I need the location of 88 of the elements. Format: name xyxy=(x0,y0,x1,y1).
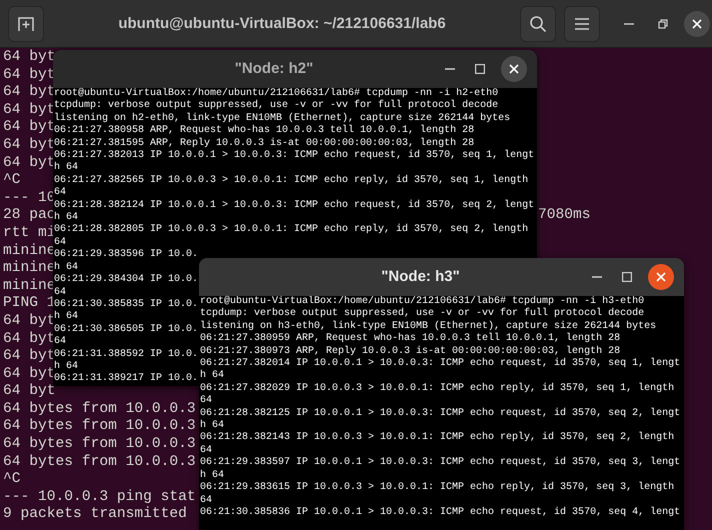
window-title: ubuntu@ubuntu-VirtualBox: ~/212106631/lab6 xyxy=(118,14,446,32)
terminal-line: 64 byt xyxy=(3,102,56,118)
terminal-line: 06:21:27.380958 ARP, Request who-has 10.0.0.3 tell 10.0.0.1, length 28 xyxy=(54,125,474,138)
terminal-line: 64 byt xyxy=(3,154,56,172)
terminal-line: 9 packets transmitted xyxy=(3,506,187,524)
terminal-line: tcpdump: verbose output suppressed, use -v or -vv for full protocol decode xyxy=(54,100,498,112)
terminal-line: 06:21:29.383597 IP 10.0.0.1 > 10.0.0.3: ICMP echo request, id 3570, seq 3, lengt xyxy=(200,457,680,470)
terminal-line: 64 byt xyxy=(3,136,56,153)
terminal-line: 64 byt xyxy=(3,84,56,100)
terminal-line: 06:21:30.385835 IP 10.0. xyxy=(54,298,198,310)
terminal-line: h 64 xyxy=(200,420,224,432)
menu-button[interactable] xyxy=(564,6,600,42)
new-tab-icon xyxy=(17,14,35,32)
terminal-line: h 64 xyxy=(54,311,78,324)
maximize-icon xyxy=(475,64,485,74)
terminal-line: 64 byt xyxy=(3,383,56,401)
terminal-line: rtt mi xyxy=(3,224,56,241)
terminal-line: minine xyxy=(3,242,56,260)
terminal-line: 64 bytes from 10.0.0.3 xyxy=(3,454,196,472)
terminal-line: 64 xyxy=(200,395,212,408)
maximize-icon xyxy=(622,272,632,282)
terminal-line: 64 xyxy=(200,494,212,507)
terminal-line: h 64 xyxy=(54,162,78,175)
close-icon xyxy=(692,18,702,28)
terminal-line: 64 byt xyxy=(3,366,56,383)
terminal-line: 06:21:29.383596 IP 10.0. xyxy=(54,249,198,262)
search-icon xyxy=(529,14,547,32)
minimize-icon xyxy=(592,276,602,278)
close-icon xyxy=(509,64,519,74)
terminal-line: 64 xyxy=(200,444,212,457)
terminal-line: 06:21:28.382805 IP 10.0.0.3 > 10.0.0.1: ICMP echo reply, id 3570, seq 2, length xyxy=(54,224,528,237)
window-title: "Node: h3" xyxy=(381,268,460,285)
terminal-line: h 64 xyxy=(200,470,224,482)
terminal-line: 06:21:27.380959 ARP, Request who-has 10.0.0.3 tell 10.0.0.1, length 28 xyxy=(200,333,620,346)
terminal-line: 06:21:30.386505 IP 10.0. xyxy=(54,324,198,336)
terminal-line: minine xyxy=(3,278,56,294)
terminal-line: 64 byt xyxy=(3,348,56,364)
terminal-line: root@ubuntu-VirtualBox:/home/ubuntu/212106631/lab6# tcpdump -nn -i h2-eth0 xyxy=(54,88,498,100)
terminal-line: 64 byt xyxy=(3,330,56,348)
new-tab-button[interactable] xyxy=(8,6,44,42)
terminal-line: listening on h2-eth0, link-type EN10MB (Ethernet), capture size 262144 bytes xyxy=(54,112,510,124)
terminal-line: 06:21:28.382143 IP 10.0.0.3 > 10.0.0.1: ICMP echo reply, id 3570, seq 2, length xyxy=(200,432,674,445)
terminal-line: 64 xyxy=(54,187,66,200)
terminal-line: 64 byt xyxy=(3,119,56,137)
terminal-line: 64 bytes from 10.0.0.3 xyxy=(3,418,196,436)
window-title: "Node: h2" xyxy=(234,60,314,77)
terminal-line: --- 10.0.0.3 ping stat xyxy=(3,488,196,506)
terminal-line: 64 byt xyxy=(3,312,56,329)
terminal-line: root@ubuntu-VirtualBox:/home/ubuntu/212106631/lab6# tcpdump -nn -i h3-eth0 xyxy=(200,296,644,308)
terminal-line: ^C xyxy=(3,172,21,190)
terminal-line: 06:21:31.388592 IP 10.0. xyxy=(54,348,198,360)
terminal-line: 06:21:30.385836 IP 10.0.0.1 > 10.0.0.3: ICMP echo request, id 3570, seq 4, lengt xyxy=(200,506,680,520)
terminal-line: h 64 xyxy=(200,370,224,383)
search-button[interactable] xyxy=(520,6,556,42)
terminal-line: 64 bytes from 10.0.0.3 xyxy=(3,400,196,418)
terminal-line: 64 byt xyxy=(3,66,56,84)
minimize-icon xyxy=(624,22,634,24)
terminal-line: h 64 xyxy=(54,212,78,224)
terminal-line: 06:21:31.389217 IP 10.0. xyxy=(54,373,198,386)
terminal-line: 06:21:28.382124 IP 10.0.0.1 > 10.0.0.3: ICMP echo request, id 3570, seq 2, lengt xyxy=(54,200,534,212)
terminal-line: minine xyxy=(3,260,56,276)
terminal-line: ^C xyxy=(3,471,21,489)
terminal-line: 06:21:27.382565 IP 10.0.0.3 > 10.0.0.1: ICMP echo reply, id 3570, seq 1, length xyxy=(54,174,528,187)
terminal-line: listening on h3-eth0, link-type EN10MB (Ethernet), capture size 262144 bytes xyxy=(200,320,656,332)
minimize-icon xyxy=(445,68,455,70)
menu-icon xyxy=(574,16,590,30)
terminal-line: 64 xyxy=(54,236,66,249)
close-icon xyxy=(656,272,666,282)
terminal-line: 06:21:27.380973 ARP, Reply 10.0.0.3 is-at 00:00:00:00:00:03, length 28 xyxy=(200,346,620,358)
terminal-line: h 64 xyxy=(54,360,78,373)
restore-icon xyxy=(658,18,668,28)
terminal-line: tcpdump: verbose output suppressed, use -v or -vv for full protocol decode xyxy=(200,308,644,320)
terminal-line: 06:21:27.381595 ARP, Reply 10.0.0.3 is-at 00:00:00:00:00:03, length 28 xyxy=(54,138,474,150)
close-button[interactable] xyxy=(684,10,710,36)
terminal-line: 06:21:27.382014 IP 10.0.0.1 > 10.0.0.3: ICMP echo request, id 3570, seq 1, lengt xyxy=(200,358,680,370)
terminal-line: 06:21:27.382013 IP 10.0.0.1 > 10.0.0.3: ICMP echo request, id 3570, seq 1, lengt xyxy=(54,150,534,162)
terminal-line: 06:21:27.382029 IP 10.0.0.3 > 10.0.0.1: ICMP echo reply, id 3570, seq 1, length xyxy=(200,382,674,395)
terminal-line: 64 bytes from 10.0.0.3 xyxy=(3,436,196,454)
terminal-line: 64 xyxy=(54,336,66,349)
close-button[interactable] xyxy=(501,56,527,82)
terminal-line: 06:21:29.384304 IP 10.0. xyxy=(54,274,198,286)
terminal-line: 7080ms xyxy=(538,207,591,225)
terminal-line: h 64 xyxy=(54,262,78,274)
terminal-line: 64 xyxy=(54,286,66,299)
close-button[interactable] xyxy=(648,264,674,290)
terminal-line: 06:21:29.383615 IP 10.0.0.3 > 10.0.0.1: ICMP echo reply, id 3570, seq 3, length xyxy=(200,482,674,494)
terminal-line: 64 byt xyxy=(3,49,56,67)
terminal-line: 06:21:28.382125 IP 10.0.0.1 > 10.0.0.3: ICMP echo request, id 3570, seq 2, lengt xyxy=(200,408,680,420)
